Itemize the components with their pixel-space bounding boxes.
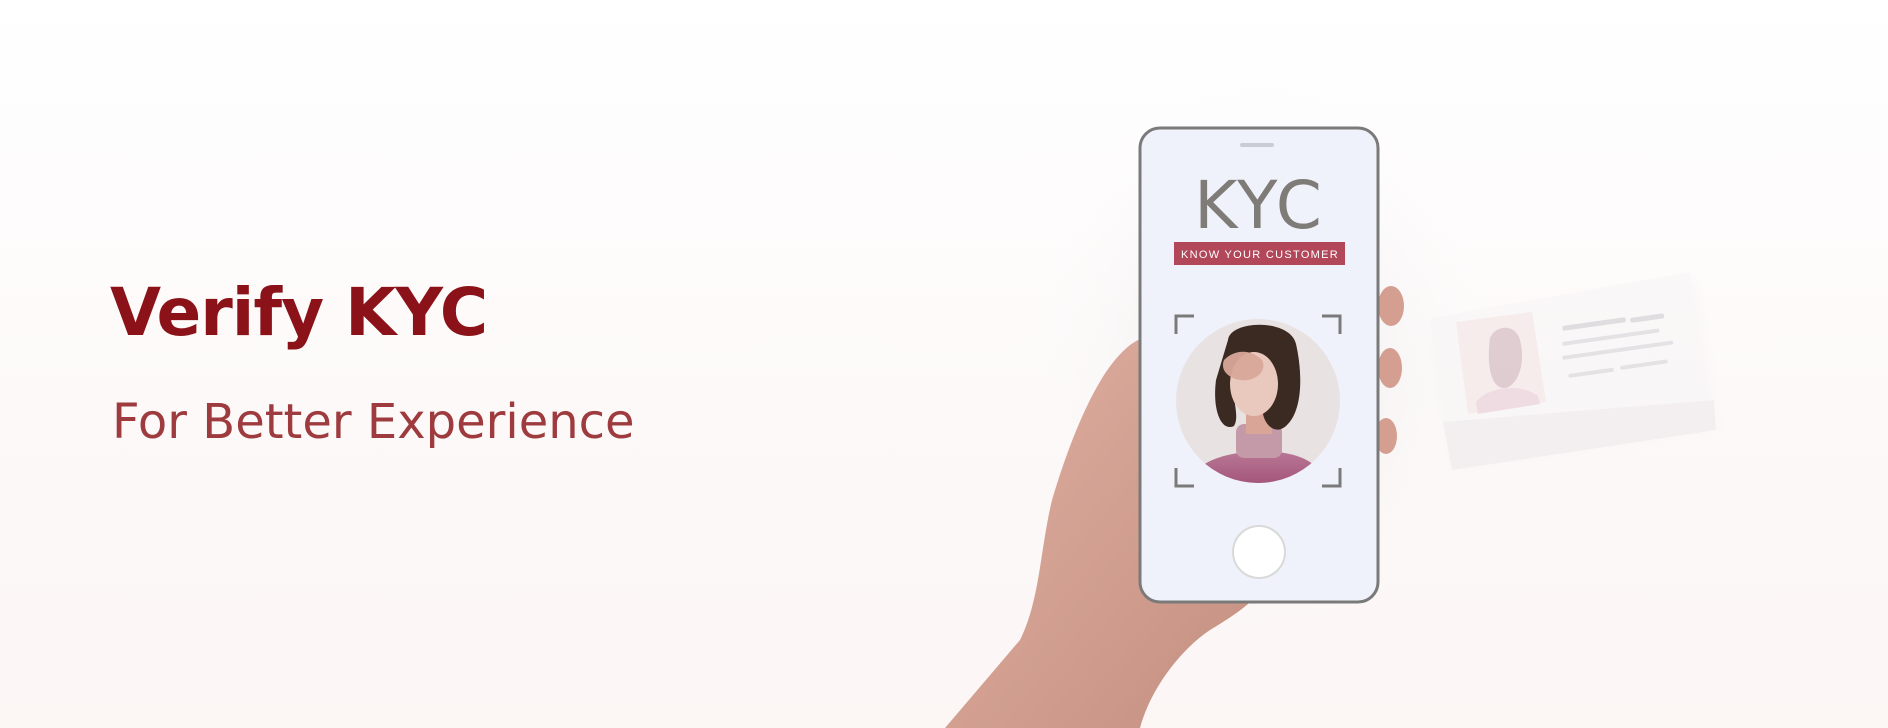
phone-illustration: KYC KNOW YOUR CUSTOMER [1138, 126, 1380, 604]
tagline-text: KNOW YOUR CUSTOMER [1181, 249, 1339, 261]
home-button-icon [1232, 525, 1286, 579]
kyc-illustration: KYC KNOW YOUR CUSTOMER [945, 60, 1716, 728]
phone-speaker [1240, 143, 1274, 147]
kyc-banner: Verify KYC For Better Experience KYC KNO… [0, 0, 1888, 728]
kyc-logo-text: KYC [1194, 167, 1324, 244]
